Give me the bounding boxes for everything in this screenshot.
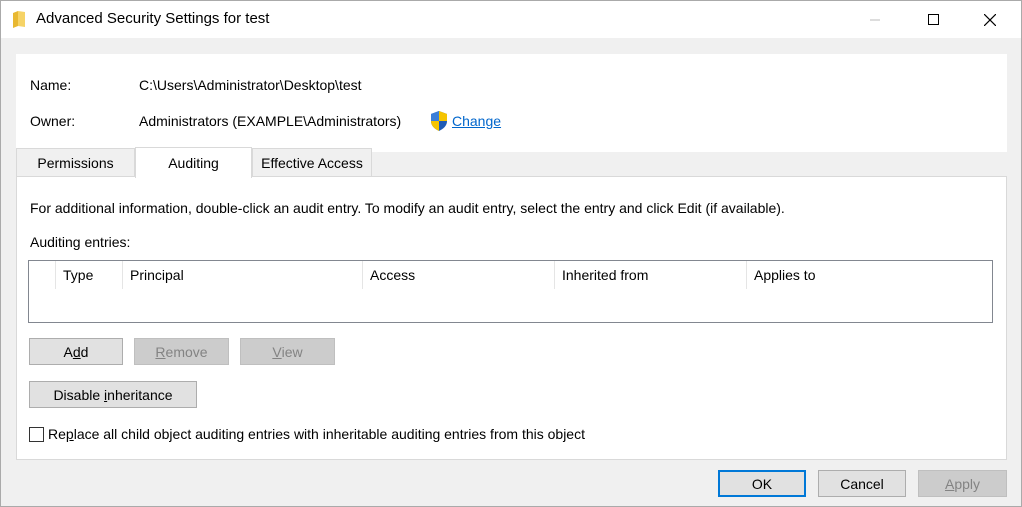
minimize-icon bbox=[870, 19, 880, 20]
folder-icon bbox=[13, 11, 25, 28]
ok-button[interactable]: OK bbox=[718, 470, 806, 497]
maximize-icon bbox=[927, 14, 939, 25]
column-header-inherited-from-label: Inherited from bbox=[562, 267, 649, 283]
column-header-principal-label: Principal bbox=[130, 267, 184, 283]
close-icon bbox=[984, 13, 996, 26]
tab-auditing-label: Auditing bbox=[168, 155, 219, 171]
column-header-access-label: Access bbox=[370, 267, 416, 283]
remove-button[interactable]: Remove bbox=[134, 338, 229, 365]
change-owner-link[interactable]: Change bbox=[452, 113, 501, 129]
window-title: Advanced Security Settings for test bbox=[36, 10, 270, 27]
tab-permissions[interactable]: Permissions bbox=[16, 148, 135, 176]
disable-inheritance-button[interactable]: Disable i nheritance bbox=[29, 381, 197, 408]
add-button[interactable]: Add bbox=[29, 338, 123, 365]
cancel-button[interactable]: Cancel bbox=[818, 470, 906, 497]
advanced-security-settings-window: Advanced Security Settings for test Name… bbox=[0, 0, 1022, 507]
maximize-button[interactable] bbox=[910, 1, 956, 38]
auditing-entries-list[interactable]: Type Principal Access Inherited from App… bbox=[28, 260, 993, 323]
column-header-applies-to-label: Applies to bbox=[754, 267, 816, 283]
tab-auditing[interactable]: Auditing bbox=[135, 147, 252, 178]
tab-effective-access-label: Effective Access bbox=[261, 154, 363, 171]
uac-shield-icon bbox=[431, 111, 447, 131]
owner-value: Administrators (EXAMPLE\Administrators) bbox=[139, 113, 402, 129]
cancel-button-label: Cancel bbox=[840, 475, 884, 492]
apply-button[interactable]: Apply bbox=[918, 470, 1007, 497]
column-header-type[interactable]: Type bbox=[56, 261, 123, 289]
replace-child-auditing-checkbox[interactable] bbox=[29, 427, 44, 442]
column-header-type-label: Type bbox=[63, 267, 94, 283]
column-header-principal[interactable]: Principal bbox=[123, 261, 363, 289]
owner-label: Owner: bbox=[30, 113, 76, 129]
info-text: For additional information, double-click… bbox=[30, 200, 785, 216]
object-info-panel bbox=[16, 54, 1007, 152]
tab-effective-access[interactable]: Effective Access bbox=[252, 148, 372, 176]
column-header-applies-to[interactable]: Applies to bbox=[747, 261, 992, 289]
view-button[interactable]: View bbox=[240, 338, 335, 365]
tab-permissions-label: Permissions bbox=[37, 154, 114, 171]
close-button[interactable] bbox=[967, 1, 1013, 38]
title-bar: Advanced Security Settings for test bbox=[1, 1, 1021, 38]
column-header-access[interactable]: Access bbox=[363, 261, 555, 289]
name-label: Name: bbox=[30, 77, 72, 93]
name-value: C:\Users\Administrator\Desktop\test bbox=[139, 77, 362, 93]
replace-child-auditing-label[interactable]: Replace all child object auditing entrie… bbox=[48, 426, 585, 442]
auditing-entries-label: Auditing entries: bbox=[30, 234, 131, 250]
minimize-button[interactable] bbox=[852, 1, 898, 38]
column-header-icon[interactable] bbox=[29, 261, 56, 289]
ok-button-label: OK bbox=[751, 475, 773, 492]
column-header-inherited-from[interactable]: Inherited from bbox=[555, 261, 747, 289]
